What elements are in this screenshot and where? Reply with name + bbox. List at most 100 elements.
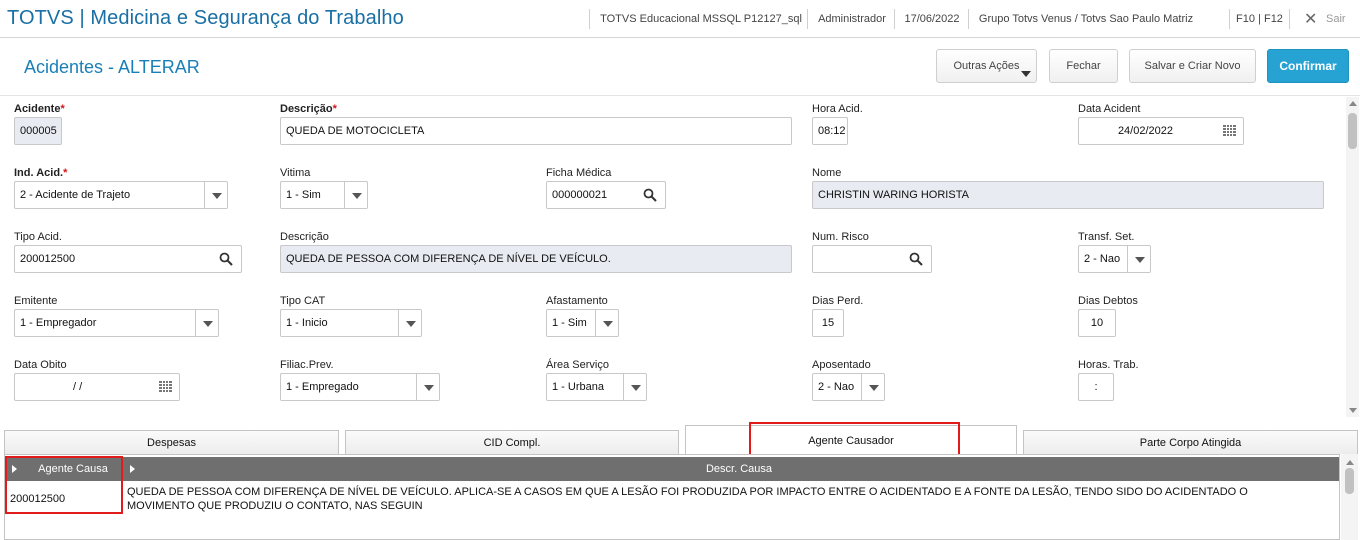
area-servico-label: Área Serviço xyxy=(546,359,609,371)
dias-debtos-label: Dias Debtos xyxy=(1078,295,1138,307)
column-header-agente-causa[interactable]: Agente Causa xyxy=(23,457,123,481)
confirm-button[interactable]: Confirmar xyxy=(1267,49,1349,83)
grid-cell-descr-causa[interactable]: QUEDA DE PESSOA COM DIFERENÇA DE NÍVEL D… xyxy=(127,485,1297,513)
num-risco-label: Num. Risco xyxy=(812,231,869,243)
aposentado-label: Aposentado xyxy=(812,359,871,371)
area-servico-select[interactable]: 1 - Urbana xyxy=(546,373,647,401)
environment-info[interactable]: TOTVS Educacional MSSQL P12127_sql xyxy=(597,0,805,38)
descricao-tipo-field[interactable]: QUEDA DE PESSOA COM DIFERENÇA DE NÍVEL D… xyxy=(280,245,792,273)
divider xyxy=(968,9,969,29)
num-risco-field[interactable] xyxy=(812,245,932,273)
top-bar: TOTVS | Medicina e Segurança do Trabalho… xyxy=(0,0,1360,38)
form-scrollbar[interactable] xyxy=(1346,97,1359,417)
chevron-down-icon[interactable] xyxy=(344,182,367,208)
other-actions-button[interactable]: Outras Ações xyxy=(936,49,1037,83)
chevron-up-icon[interactable] xyxy=(1349,101,1357,106)
dias-debtos-field[interactable]: 10 xyxy=(1078,309,1116,337)
accident-form: Acidente* 000005 Descrição* QUEDA DE MOT… xyxy=(0,97,1346,417)
agente-causa-grid: Agente Causa Descr. Causa 200012500 QUED… xyxy=(4,454,1340,540)
system-date[interactable]: 17/06/2022 xyxy=(897,0,967,38)
tipo-cat-label: Tipo CAT xyxy=(280,295,326,307)
other-actions-label: Outras Ações xyxy=(953,60,1020,72)
descricao-tipo-label: Descrição xyxy=(280,231,329,243)
divider xyxy=(894,9,895,29)
acidente-label: Acidente* xyxy=(14,103,65,115)
chevron-down-icon[interactable] xyxy=(204,182,227,208)
acidente-field[interactable]: 000005 xyxy=(14,117,62,145)
tab-cid-compl[interactable]: CID Compl. xyxy=(345,430,679,454)
descricao-field[interactable]: QUEDA DE MOTOCICLETA xyxy=(280,117,792,145)
ficha-medica-label: Ficha Médica xyxy=(546,167,612,179)
close-icon[interactable]: ✕ xyxy=(1304,9,1317,29)
ind-acid-select[interactable]: 2 - Acidente de Trajeto xyxy=(14,181,228,209)
nome-label: Nome xyxy=(812,167,842,179)
dias-perd-field[interactable]: 15 xyxy=(812,309,844,337)
chevron-down-icon[interactable] xyxy=(623,374,646,400)
caret-right-icon xyxy=(130,465,135,473)
column-header-descr-causa[interactable]: Descr. Causa xyxy=(139,457,1339,481)
hora-acid-label: Hora Acid. xyxy=(812,103,863,115)
descricao-label: Descrição* xyxy=(280,103,337,115)
chevron-down-icon[interactable] xyxy=(398,310,421,336)
divider xyxy=(807,9,808,29)
data-obito-label: Data Obito xyxy=(14,359,67,371)
chevron-down-icon[interactable] xyxy=(1349,408,1357,413)
chevron-down-icon xyxy=(1021,71,1031,77)
calendar-icon[interactable] xyxy=(1223,125,1237,137)
grid-scrollbar[interactable] xyxy=(1341,454,1358,540)
caret-right-icon xyxy=(12,465,17,473)
tipo-acid-label: Tipo Acid. xyxy=(14,231,62,243)
grid-header: Agente Causa Descr. Causa xyxy=(5,457,1339,481)
chevron-down-icon[interactable] xyxy=(195,310,218,336)
afastamento-select[interactable]: 1 - Sim xyxy=(546,309,619,337)
page-title: Acidentes - ALTERAR xyxy=(24,57,200,77)
chevron-down-icon[interactable] xyxy=(416,374,439,400)
divider xyxy=(1289,9,1290,29)
shortcut-keys[interactable]: F10 | F12 xyxy=(1232,0,1287,38)
emitente-select[interactable]: 1 - Empregador xyxy=(14,309,219,337)
horas-trab-label: Horas. Trab. xyxy=(1078,359,1139,371)
grid-cell-agente-causa[interactable]: 200012500 xyxy=(10,492,65,506)
afastamento-label: Afastamento xyxy=(546,295,608,307)
dias-perd-label: Dias Perd. xyxy=(812,295,864,307)
tipo-acid-field[interactable]: 200012500 xyxy=(14,245,242,273)
exit-button[interactable]: Sair xyxy=(1326,0,1346,38)
close-button[interactable]: Fechar xyxy=(1049,49,1118,83)
tab-parte-corpo-atingida[interactable]: Parte Corpo Atingida xyxy=(1023,430,1358,454)
hora-acid-field[interactable]: 08:12 xyxy=(812,117,848,145)
chevron-down-icon[interactable] xyxy=(1127,246,1150,272)
chevron-down-icon[interactable] xyxy=(861,374,884,400)
calendar-icon[interactable] xyxy=(159,381,173,393)
tipo-cat-select[interactable]: 1 - Inicio xyxy=(280,309,422,337)
ind-acid-label: Ind. Acid.* xyxy=(14,167,68,179)
search-icon[interactable] xyxy=(643,188,657,202)
emitente-label: Emitente xyxy=(14,295,58,307)
app-title: TOTVS | Medicina e Segurança do Trabalho xyxy=(7,7,404,29)
save-and-new-button[interactable]: Salvar e Criar Novo xyxy=(1129,49,1256,83)
search-icon[interactable] xyxy=(219,252,233,266)
divider xyxy=(1229,9,1230,29)
vitima-select[interactable]: 1 - Sim xyxy=(280,181,368,209)
tab-despesas[interactable]: Despesas xyxy=(4,430,339,454)
ficha-medica-field[interactable]: 000000021 xyxy=(546,181,666,209)
transf-set-label: Transf. Set. xyxy=(1078,231,1135,243)
filiac-prev-label: Filiac.Prev. xyxy=(280,359,334,371)
search-icon[interactable] xyxy=(909,252,923,266)
tab-agente-causador[interactable]: Agente Causador xyxy=(685,425,1017,454)
aposentado-select[interactable]: 2 - Nao xyxy=(812,373,885,401)
horas-trab-field[interactable]: : xyxy=(1078,373,1114,401)
data-obito-field[interactable]: / / xyxy=(14,373,180,401)
company-info[interactable]: Grupo Totvs Venus / Totvs Sao Paulo Matr… xyxy=(972,0,1200,38)
chevron-up-icon[interactable] xyxy=(1346,460,1354,465)
nome-field[interactable]: CHRISTIN WARING HORISTA xyxy=(812,181,1324,209)
scroll-thumb[interactable] xyxy=(1345,468,1354,494)
chevron-down-icon[interactable] xyxy=(595,310,618,336)
filiac-prev-select[interactable]: 1 - Empregado xyxy=(280,373,440,401)
vitima-label: Vitima xyxy=(280,167,311,179)
user-name[interactable]: Administrador xyxy=(811,0,893,38)
transf-set-select[interactable]: 2 - Nao xyxy=(1078,245,1151,273)
divider xyxy=(589,9,590,29)
scroll-thumb[interactable] xyxy=(1348,113,1357,149)
data-acident-field[interactable]: 24/02/2022 xyxy=(1078,117,1244,145)
data-acident-label: Data Acident xyxy=(1078,103,1141,115)
